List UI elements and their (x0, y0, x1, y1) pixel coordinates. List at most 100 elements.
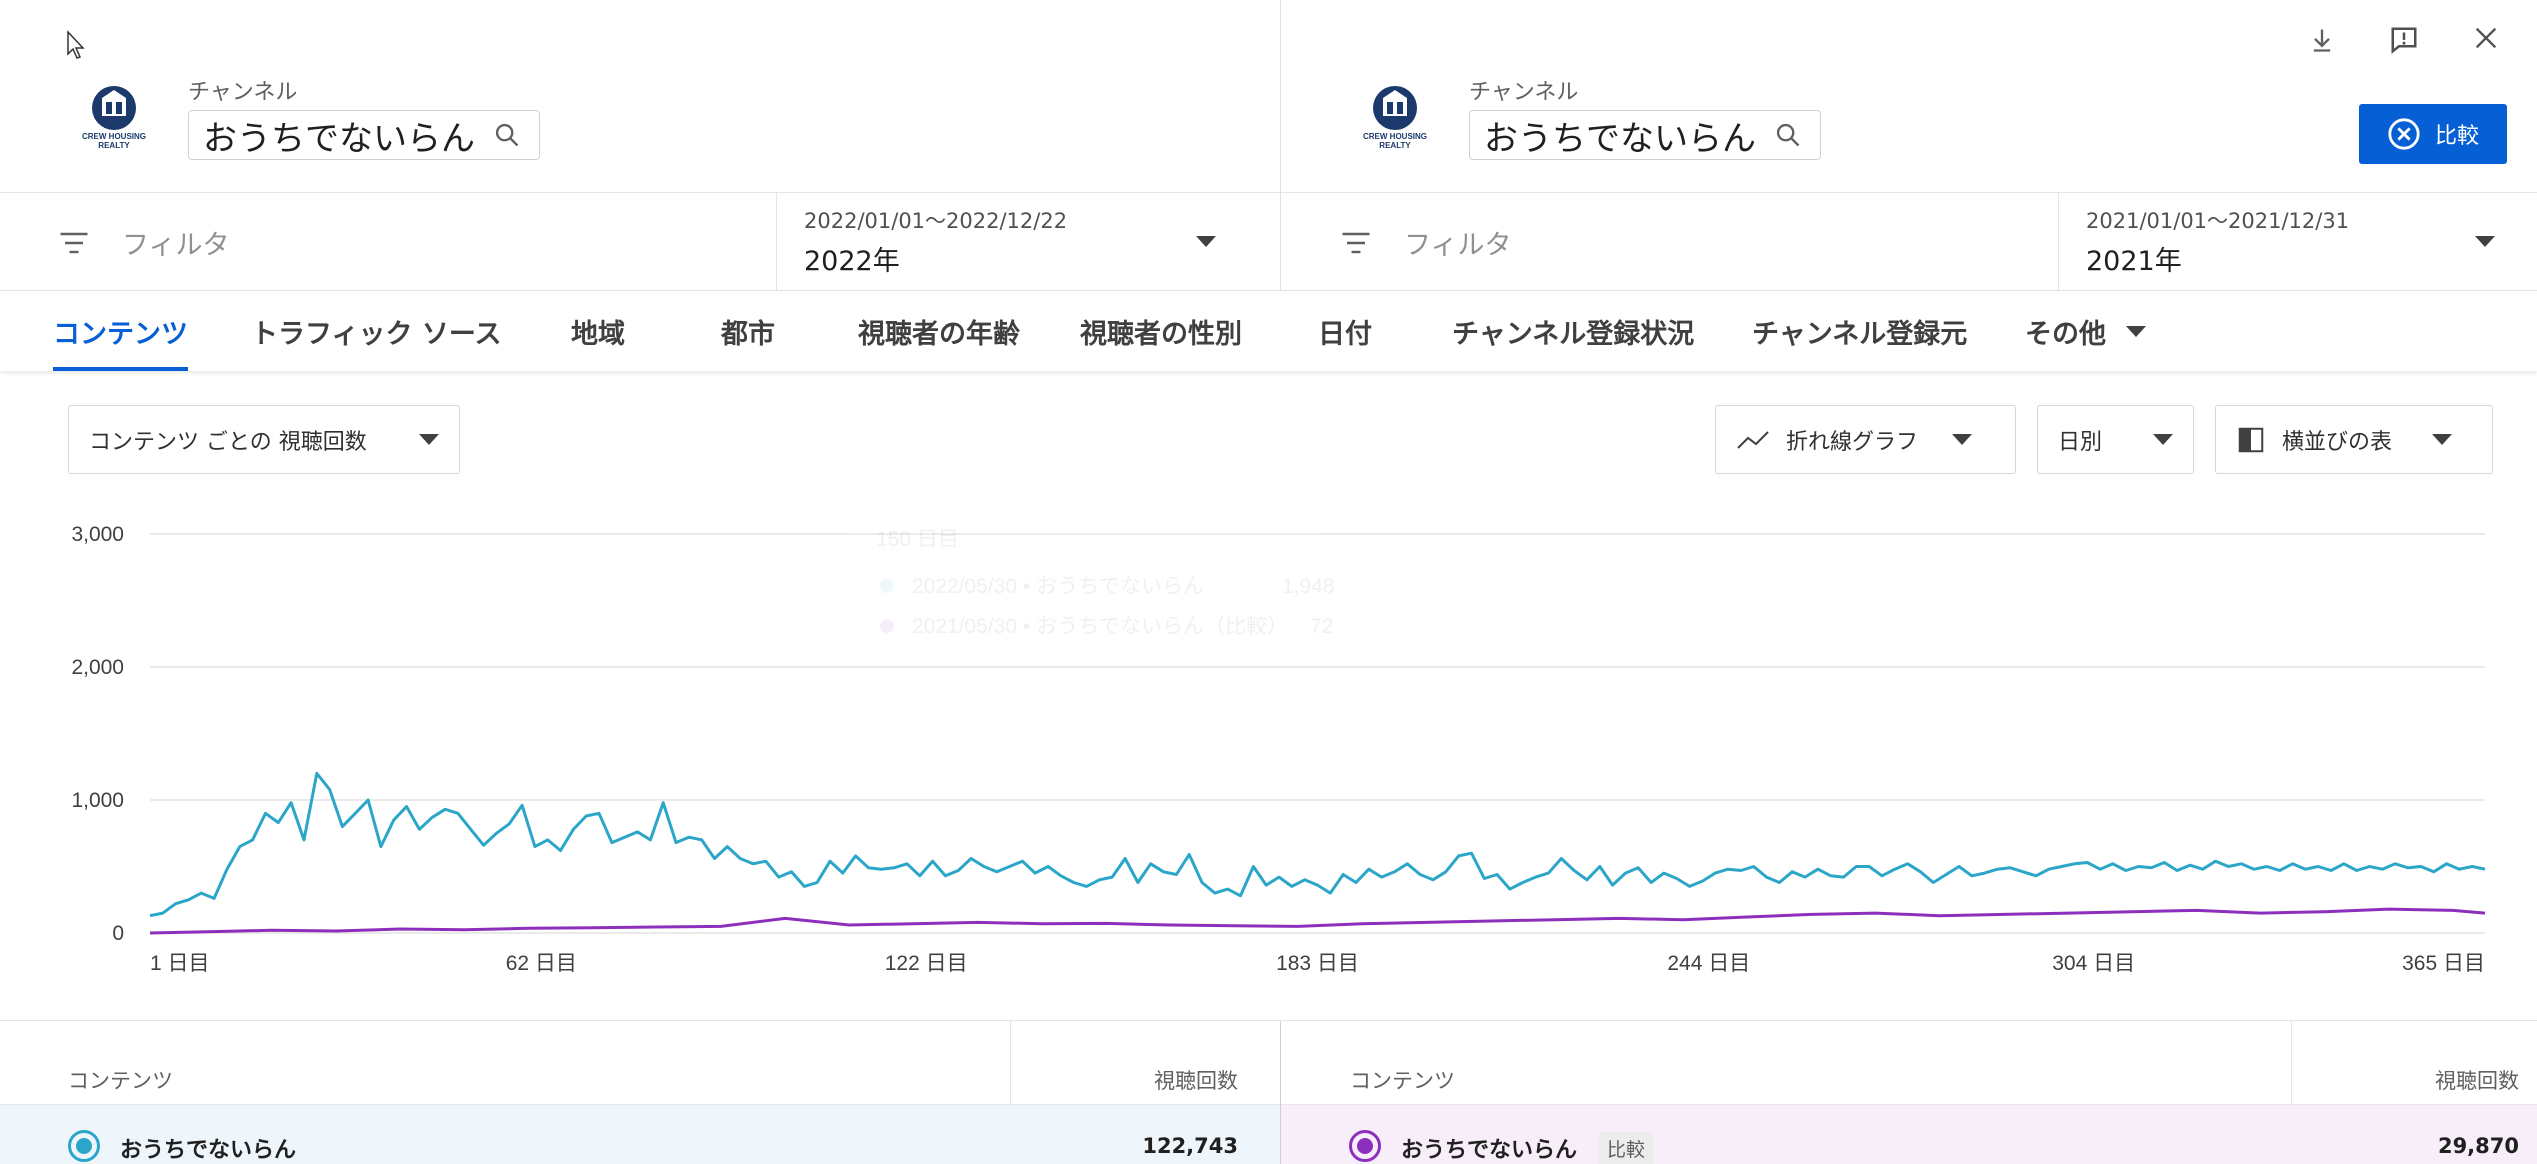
channel-header: CREW HOUSING REALTY チャンネル おうちでないらん CREW H… (0, 0, 2537, 292)
chevron-down-icon (2153, 434, 2173, 445)
table-header-views[interactable]: 視聴回数 (1010, 1065, 1238, 1095)
channel-name-compare: おうちでないらん (1484, 118, 1756, 159)
compare-button[interactable]: 比較 (2359, 104, 2507, 164)
date-range-text: 2022/01/01～2022/12/22 (804, 209, 1068, 233)
table-header-content-compare: コンテンツ (1350, 1069, 1455, 1093)
logo-text: CREW HOUSING REALTY (82, 132, 146, 150)
tooltip-row-label: 2021/05/30 • おうちでないらん（比較） (912, 615, 1288, 638)
tooltip-row-label: 2022/05/30 • おうちでないらん (912, 575, 1204, 598)
series-line (149, 771, 2486, 918)
series-radio[interactable] (1349, 1130, 1381, 1162)
y-tick-label: 1,000 (71, 789, 124, 812)
tab-city[interactable]: 都市 (721, 291, 775, 371)
chevron-down-icon (2126, 325, 2146, 337)
chevron-down-icon (2475, 236, 2495, 247)
mouse-cursor-icon (67, 30, 85, 59)
granularity-select[interactable]: 日別 (2037, 405, 2194, 474)
chevron-down-icon (1952, 434, 1973, 445)
channel-search-input[interactable]: おうちでないらん (188, 110, 540, 160)
granularity-label: 日別 (2058, 429, 2103, 455)
y-tick-label: 0 (112, 922, 124, 945)
row-views-value: 122,743 (1142, 1134, 1238, 1158)
chart-type-select[interactable]: 折れ線グラフ (1715, 405, 2016, 474)
tab-geography[interactable]: 地域 (571, 291, 625, 371)
table-row[interactable]: おうちでないらん 比較 29,870 (1281, 1104, 2537, 1164)
tab-more-label: その他 (2025, 318, 2106, 350)
channel-label: チャンネル (188, 80, 298, 105)
date-label: 2022年 (804, 246, 900, 277)
close-circle-icon (2388, 118, 2420, 150)
search-icon (495, 123, 519, 147)
x-tick-label: 365 日目 (2402, 952, 2485, 975)
y-tick-label: 3,000 (71, 523, 124, 546)
chevron-down-icon (419, 434, 439, 445)
filter-placeholder: フィルタ (122, 230, 230, 261)
filter-bar: フィルタ 2022/01/01～2022/12/22 2022年 フィルタ 20… (0, 193, 2537, 291)
tab-viewer-gender[interactable]: 視聴者の性別 (1080, 291, 1242, 371)
compare-button-label: 比較 (2434, 124, 2479, 149)
channel-logo: CREW HOUSING REALTY (78, 82, 150, 154)
tab-traffic-source[interactable]: トラフィック ソース (251, 291, 502, 371)
metric-select[interactable]: コンテンツ ごとの 視聴回数 (68, 405, 460, 474)
download-button[interactable] (2300, 18, 2344, 62)
close-icon (2475, 27, 2497, 49)
tab-date[interactable]: 日付 (1318, 291, 1372, 371)
y-tick-label: 2,000 (71, 656, 124, 679)
compare-badge: 比較 (1599, 1132, 1654, 1164)
views-line-chart: 150 日目 2022/05/30 • おうちでないらん 1,948 2021/… (71, 522, 2486, 975)
filter-input[interactable]: フィルタ (56, 223, 229, 262)
date-range-select-compare[interactable]: 2021/01/01～2021/12/31 2021年 (2058, 193, 2537, 291)
channel-name: おうちでないらん (203, 118, 475, 159)
filter-placeholder: フィルタ (1404, 230, 1512, 261)
series-radio[interactable] (68, 1130, 100, 1162)
tab-viewer-age[interactable]: 視聴者の年齢 (858, 291, 1020, 371)
row-content-name: おうちでないらん (120, 1138, 297, 1163)
row-content-name: おうちでないらん (1401, 1138, 1578, 1163)
tab-more[interactable]: その他 (2025, 291, 2146, 371)
date-label: 2021年 (2086, 246, 2182, 277)
layout-select[interactable]: 横並びの表 (2215, 405, 2493, 474)
panel-divider (1280, 193, 1281, 291)
x-tick-label: 183 日目 (1276, 952, 1359, 975)
search-icon (1776, 123, 1800, 147)
date-range-text: 2021/01/01～2021/12/31 (2086, 209, 2350, 233)
tooltip-dot (880, 579, 894, 593)
tab-content[interactable]: コンテンツ (53, 291, 188, 371)
feedback-button[interactable] (2382, 18, 2426, 62)
channel-label-compare: チャンネル (1469, 80, 1579, 105)
download-icon (2313, 29, 2331, 52)
table-header-content: コンテンツ (68, 1069, 173, 1093)
layout-label: 横並びの表 (2282, 429, 2393, 455)
metric-select-label: コンテンツ ごとの 視聴回数 (89, 429, 367, 455)
tooltip-header: 150 日目 (876, 528, 959, 551)
line-chart-icon (1737, 430, 1769, 449)
x-tick-label: 1 日目 (150, 952, 210, 975)
table-header-views-compare[interactable]: 視聴回数 (2291, 1065, 2519, 1095)
channel-search-input-compare[interactable]: おうちでないらん (1469, 110, 1821, 160)
side-by-side-icon (2238, 427, 2264, 452)
table-row[interactable]: おうちでないらん 122,743 (0, 1104, 1280, 1164)
feedback-icon (2391, 27, 2417, 54)
row-views-value: 29,870 (2437, 1134, 2519, 1158)
date-range-select[interactable]: 2022/01/01～2022/12/22 2022年 (776, 193, 1280, 291)
close-button[interactable] (2464, 16, 2508, 60)
filter-icon (1342, 232, 1370, 253)
dimension-tabs: コンテンツ トラフィック ソース 地域 都市 視聴者の年齢 視聴者の性別 日付 … (0, 291, 2537, 371)
channel-logo-compare: CREW HOUSING REALTY (1359, 82, 1431, 154)
tab-subscription-status[interactable]: チャンネル登録状況 (1452, 291, 1694, 371)
x-tick-label: 244 日目 (1667, 952, 1750, 975)
filter-icon (60, 232, 88, 253)
tooltip-row-value: 1,948 (1282, 575, 1335, 598)
chevron-down-icon (1196, 236, 1216, 247)
logo-text: CREW HOUSING REALTY (1363, 132, 1427, 150)
tooltip-dot (880, 619, 894, 633)
tab-subscription-source[interactable]: チャンネル登録元 (1752, 291, 1967, 371)
chart-type-label: 折れ線グラフ (1786, 429, 1919, 455)
x-tick-label: 122 日目 (885, 952, 968, 975)
filter-input-compare[interactable]: フィルタ (1338, 223, 1511, 262)
chevron-down-icon (2432, 434, 2453, 445)
x-tick-label: 62 日目 (506, 952, 577, 975)
x-tick-label: 304 日目 (2052, 952, 2135, 975)
tooltip-row-value: 72 (1310, 615, 1333, 638)
series-line (149, 907, 2486, 935)
